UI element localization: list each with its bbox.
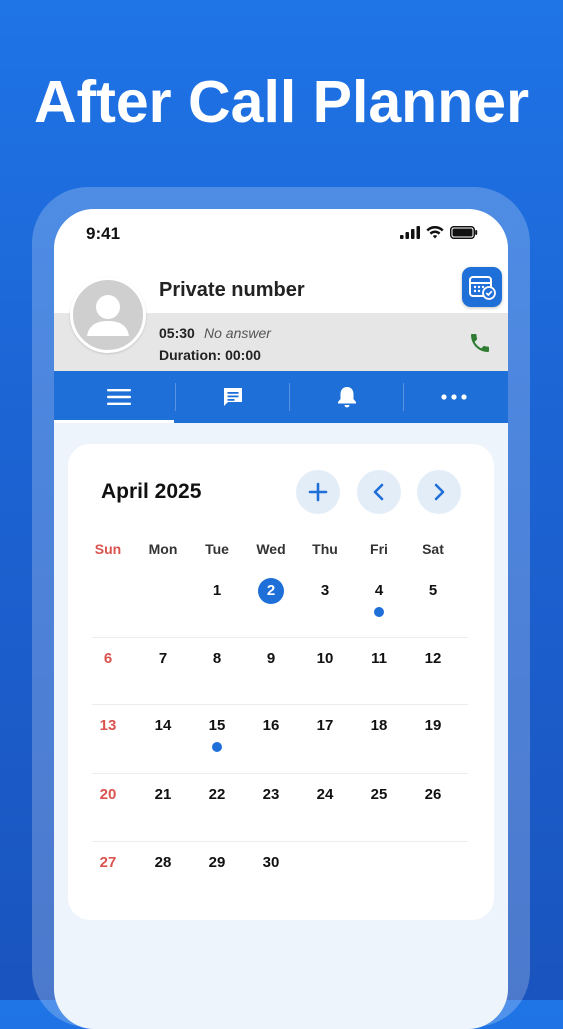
battery-icon	[450, 226, 478, 239]
calendar-row-divider	[92, 841, 468, 842]
add-event-button[interactable]	[296, 470, 340, 514]
calendar-day[interactable]: 17	[298, 717, 352, 734]
calendar-day[interactable]: 30	[244, 854, 298, 871]
calendar-day[interactable]: 20	[81, 786, 135, 803]
call-status: No answer	[204, 325, 271, 341]
status-icons	[400, 226, 478, 239]
tab-reminders[interactable]	[290, 371, 403, 423]
weekday-fri: Fri	[370, 541, 388, 557]
phone-screen: 9:41 Private number 05:30 No answer Dura…	[54, 209, 508, 1029]
calendar-card: April 2025 Sun Mon Tue Wed Thu Fri Sat 1…	[68, 444, 494, 920]
status-bar: 9:41	[54, 209, 508, 261]
calendar-planner-button[interactable]	[462, 267, 502, 307]
avatar	[70, 277, 146, 353]
calendar-day[interactable]: 12	[406, 650, 460, 667]
calendar-day[interactable]: 27	[81, 854, 135, 871]
calendar-row-divider	[92, 773, 468, 774]
next-month-button[interactable]	[417, 470, 461, 514]
menu-icon	[106, 389, 131, 405]
calendar-day[interactable]: 13	[81, 717, 135, 734]
chevron-left-icon	[373, 483, 384, 501]
calendar-day[interactable]: 15	[190, 717, 244, 734]
calendar-day[interactable]: 1	[190, 582, 244, 599]
calendar-day[interactable]: 10	[298, 650, 352, 667]
calendar-row-divider	[92, 704, 468, 705]
calendar-day[interactable]: 21	[136, 786, 190, 803]
bell-icon	[337, 387, 356, 408]
calendar-day[interactable]: 28	[136, 854, 190, 871]
weekday-thu: Thu	[312, 541, 338, 557]
more-icon	[440, 394, 467, 400]
calendar-day[interactable]: 19	[406, 717, 460, 734]
call-summary: Private number 05:30 No answer Duration:…	[54, 261, 508, 371]
weekday-mon: Mon	[148, 541, 178, 557]
calendar-day[interactable]: 22	[190, 786, 244, 803]
weekday-sat: Sat	[422, 541, 444, 557]
caller-name: Private number	[159, 279, 305, 301]
tab-messages[interactable]	[176, 371, 289, 423]
calendar-day[interactable]: 6	[81, 650, 135, 667]
weekday-tue: Tue	[205, 541, 229, 557]
previous-month-button[interactable]	[357, 470, 401, 514]
event-indicator-dot	[374, 607, 384, 617]
calendar-day[interactable]: 8	[190, 650, 244, 667]
person-icon	[87, 295, 129, 336]
promo-headline: After Call Planner	[33, 69, 530, 135]
wifi-icon	[426, 226, 444, 239]
calendar-row-divider	[92, 637, 468, 638]
status-time: 9:41	[86, 224, 121, 243]
calendar-day[interactable]: 14	[136, 717, 190, 734]
tab-menu[interactable]	[62, 371, 175, 423]
calendar-day[interactable]: 4	[352, 582, 406, 599]
signal-icon	[400, 226, 420, 239]
calendar-day[interactable]: 3	[298, 582, 352, 599]
calendar-day[interactable]: 18	[352, 717, 406, 734]
calendar-day[interactable]: 26	[406, 786, 460, 803]
calendar-day[interactable]: 24	[298, 786, 352, 803]
calendar-day[interactable]: 2	[244, 582, 298, 599]
calendar-day[interactable]: 16	[244, 717, 298, 734]
call-duration: Duration: 00:00	[159, 347, 261, 363]
event-indicator-dot	[212, 742, 222, 752]
chevron-right-icon	[434, 483, 445, 501]
weekday-wed: Wed	[256, 541, 286, 557]
calendar-day[interactable]: 11	[352, 650, 406, 667]
call-time: 05:30	[159, 325, 195, 341]
calendar-day[interactable]: 23	[244, 786, 298, 803]
tab-bar	[54, 371, 508, 423]
calendar-month-label: April 2025	[101, 480, 202, 503]
calendar-day[interactable]: 7	[136, 650, 190, 667]
calendar-day[interactable]: 29	[190, 854, 244, 871]
call-back-button[interactable]	[468, 331, 492, 360]
calendar-day[interactable]: 9	[244, 650, 298, 667]
message-icon	[223, 388, 242, 406]
active-tab-indicator	[54, 420, 174, 423]
calendar-day[interactable]: 5	[406, 582, 460, 599]
calendar-check-icon	[469, 276, 496, 300]
plus-icon	[308, 482, 328, 502]
weekday-sun: Sun	[94, 541, 122, 557]
phone-icon	[471, 334, 489, 352]
calendar-day[interactable]: 25	[352, 786, 406, 803]
tab-more[interactable]	[397, 371, 508, 423]
